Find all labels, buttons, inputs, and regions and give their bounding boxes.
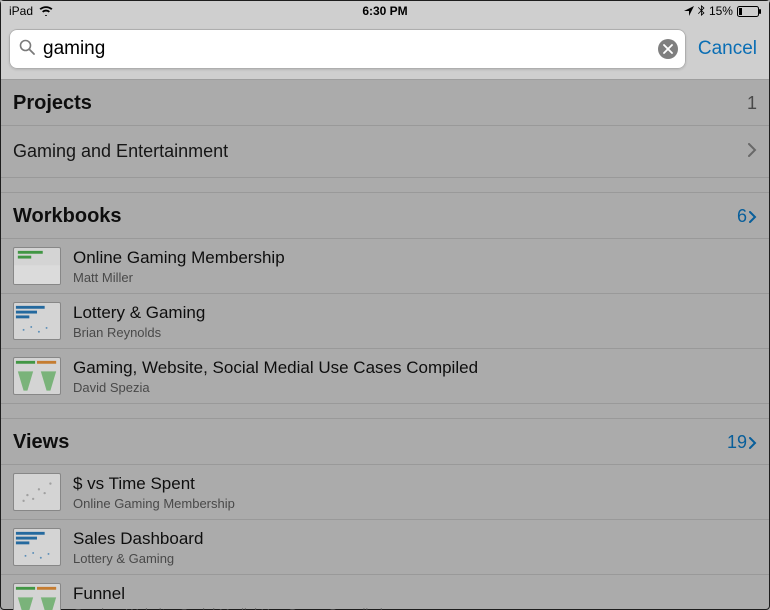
chevron-right-icon xyxy=(749,437,757,449)
section-header-projects: Projects 1 xyxy=(1,80,769,126)
project-row[interactable]: Gaming and Entertainment xyxy=(1,126,769,178)
clear-search-button[interactable] xyxy=(658,39,678,59)
section-header-workbooks[interactable]: Workbooks 6 xyxy=(1,192,769,239)
view-row[interactable]: Funnel Gaming, Website, Social Medial Us… xyxy=(1,575,769,610)
section-title: Projects xyxy=(13,92,92,115)
battery-icon xyxy=(737,6,761,17)
view-thumbnail xyxy=(13,583,61,610)
workbook-author: Matt Miller xyxy=(73,270,757,285)
view-row[interactable]: $ vs Time Spent Online Gaming Membership xyxy=(1,465,769,520)
section-title: Views xyxy=(13,431,69,454)
wifi-icon xyxy=(39,6,53,16)
workbook-title: Lottery & Gaming xyxy=(73,303,757,323)
section-header-views[interactable]: Views 19 xyxy=(1,418,769,465)
device-label: iPad xyxy=(9,4,33,18)
workbook-title: Gaming, Website, Social Medial Use Cases… xyxy=(73,358,757,378)
view-subtitle: Lottery & Gaming xyxy=(73,551,757,566)
section-count-workbooks[interactable]: 6 xyxy=(737,206,757,227)
cancel-button[interactable]: Cancel xyxy=(696,38,759,60)
chevron-right-icon xyxy=(749,211,757,223)
workbook-thumbnail xyxy=(13,357,61,395)
status-bar: iPad 6:30 PM 15% xyxy=(1,1,769,21)
search-icon xyxy=(19,39,35,60)
section-count-projects: 1 xyxy=(747,93,757,114)
workbook-thumbnail xyxy=(13,302,61,340)
project-title: Gaming and Entertainment xyxy=(13,141,228,162)
workbook-row[interactable]: Gaming, Website, Social Medial Use Cases… xyxy=(1,349,769,404)
workbook-author: David Spezia xyxy=(73,380,757,395)
view-subtitle: Online Gaming Membership xyxy=(73,496,757,511)
battery-percent: 15% xyxy=(709,4,733,18)
search-row: Cancel xyxy=(1,21,769,80)
search-field[interactable] xyxy=(9,29,686,69)
view-thumbnail xyxy=(13,473,61,511)
workbook-author: Brian Reynolds xyxy=(73,325,757,340)
workbook-row[interactable]: Online Gaming Membership Matt Miller xyxy=(1,239,769,294)
status-time: 6:30 PM xyxy=(257,4,513,18)
workbook-row[interactable]: Lottery & Gaming Brian Reynolds xyxy=(1,294,769,349)
section-title: Workbooks xyxy=(13,205,122,228)
view-title: Funnel xyxy=(73,584,757,604)
bluetooth-icon xyxy=(698,5,705,17)
status-right: 15% xyxy=(513,4,761,18)
view-thumbnail xyxy=(13,528,61,566)
section-count-views[interactable]: 19 xyxy=(727,432,757,453)
view-title: $ vs Time Spent xyxy=(73,474,757,494)
search-input[interactable] xyxy=(43,38,650,60)
close-icon xyxy=(663,44,673,54)
view-title: Sales Dashboard xyxy=(73,529,757,549)
chevron-right-icon xyxy=(748,141,757,162)
view-subtitle: Gaming, Website, Social Medial Use Cases… xyxy=(73,606,757,610)
workbook-title: Online Gaming Membership xyxy=(73,248,757,268)
location-icon xyxy=(684,6,694,16)
workbook-thumbnail xyxy=(13,247,61,285)
status-left: iPad xyxy=(9,4,257,18)
view-row[interactable]: Sales Dashboard Lottery & Gaming xyxy=(1,520,769,575)
